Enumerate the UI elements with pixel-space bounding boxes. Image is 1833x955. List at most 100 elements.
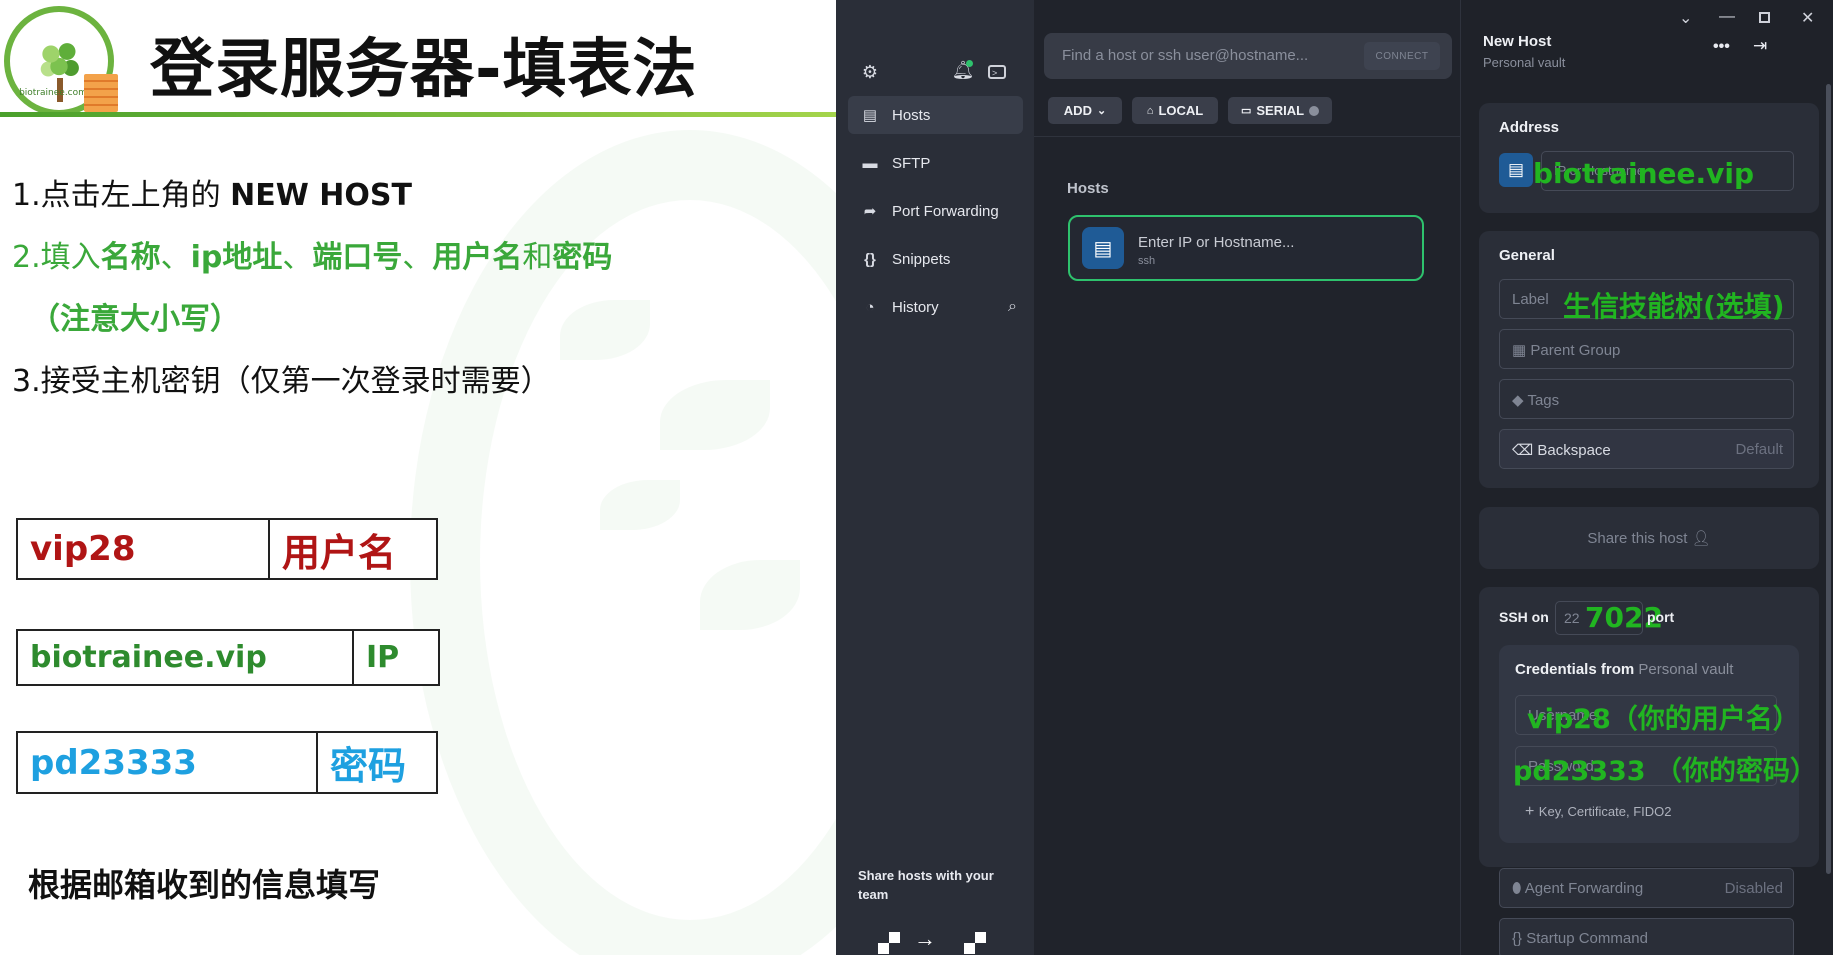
braces-icon: {} xyxy=(1512,930,1527,947)
username-box: vip28 用户名 xyxy=(16,518,438,580)
sidebar-item-hosts[interactable]: ▤ Hosts xyxy=(848,96,1023,134)
hosts-icon: ▤ xyxy=(862,107,878,124)
share-team-illustration: → xyxy=(878,926,988,955)
backspace-select[interactable]: ⌫ Backspace Default xyxy=(1499,429,1794,469)
search-placeholder: Find a host or ssh user@hostname... xyxy=(1062,47,1309,64)
general-section: General Label 生信技能树(选填) ▦ Parent Group ◆… xyxy=(1479,231,1819,488)
sidebar-item-label: Port Forwarding xyxy=(892,202,999,220)
info-dot-icon xyxy=(1309,105,1320,116)
parent-group-input[interactable]: ▦ Parent Group xyxy=(1499,329,1794,369)
bell-dot xyxy=(966,60,973,67)
panel-subtitle: Personal vault xyxy=(1483,55,1566,70)
username-label: 用户名 xyxy=(282,530,397,575)
credentials-title: Credentials from Personal vault xyxy=(1515,661,1734,678)
maximize-button[interactable] xyxy=(1759,12,1770,23)
share-host-label: Share this host 👤︎ xyxy=(1587,530,1711,547)
share-host-section[interactable]: Share this host 👤︎ xyxy=(1479,507,1819,569)
address-annotation: biotrainee.vip xyxy=(1533,157,1755,190)
search-icon[interactable]: ⌕ xyxy=(1008,298,1017,316)
agent-forwarding-select[interactable]: ⬮ Agent Forwarding Disabled xyxy=(1499,868,1794,908)
collapse-panel-icon[interactable]: ⇥ xyxy=(1753,36,1767,56)
tags-label: ◆ Tags xyxy=(1512,392,1560,409)
folder-icon: ▦ xyxy=(1512,342,1531,359)
ip-label: IP xyxy=(366,640,400,675)
grid-icon xyxy=(964,932,986,954)
backspace-value: Default xyxy=(1735,441,1783,458)
password-annotation: pd23333 （你的密码） xyxy=(1513,756,1817,787)
logo-text: biotrainee.com xyxy=(19,88,87,98)
sidebar-item-label: Snippets xyxy=(892,250,951,268)
terminal-icon[interactable]: >_ xyxy=(988,65,1006,79)
shield-icon: ⬮ xyxy=(1512,880,1525,897)
step-3: 3.接受主机密钥（仅第一次登录时需要） xyxy=(12,364,551,399)
password-box: pd23333 密码 xyxy=(16,731,438,794)
add-label: ADD xyxy=(1063,103,1092,118)
password-label: 密码 xyxy=(330,744,407,788)
sidebar-item-label: SFTP xyxy=(892,154,931,172)
sidebar-item-history[interactable]: ◔ History ⌕ xyxy=(848,288,1023,326)
parent-group-label: ▦ Parent Group xyxy=(1512,342,1621,359)
hosts-section-title: Hosts xyxy=(1067,180,1109,197)
address-server-icon: ▤ xyxy=(1499,153,1533,187)
new-host-panel: ⌄ — ✕ New Host Personal vault ••• ⇥ Addr… xyxy=(1460,0,1833,955)
add-key-link[interactable]: + Key, Certificate, FIDO2 xyxy=(1525,803,1671,821)
panel-title: New Host xyxy=(1483,33,1552,50)
ssh-on-label: SSH on xyxy=(1499,609,1549,625)
collapse-icon[interactable]: ⌄ xyxy=(1679,8,1692,28)
local-button[interactable]: ⌂ LOCAL xyxy=(1132,97,1218,124)
local-label: LOCAL xyxy=(1158,103,1204,118)
add-button[interactable]: ADD ⌄ xyxy=(1048,97,1122,124)
fill-note: 根据邮箱收到的信息填写 xyxy=(28,866,381,904)
slide: biotrainee.com 登录服务器-填表法 1.点击左上角的 NEW HO… xyxy=(0,0,836,955)
logo-tree-icon xyxy=(32,34,86,84)
serial-port-icon: ▭ xyxy=(1240,105,1252,117)
divider xyxy=(352,631,354,684)
forward-icon: ➦ xyxy=(863,203,877,220)
agent-forwarding-label: ⬮ Agent Forwarding xyxy=(1512,880,1644,897)
step-2: 2.填入名称、ip地址、端口号、用户名和密码 xyxy=(12,240,613,275)
minimize-button[interactable]: — xyxy=(1719,8,1735,26)
new-host-card[interactable]: ▤ Enter IP or Hostname... ssh xyxy=(1068,215,1424,281)
port-label: port xyxy=(1647,609,1675,625)
plus-icon: + xyxy=(1525,803,1539,820)
sidebar-item-snippets[interactable]: {} Snippets xyxy=(848,240,1023,278)
folder-icon: ▬ xyxy=(862,154,878,172)
password-value: pd23333 xyxy=(30,742,197,783)
ssh-section: SSH on 22 7022 port Credentials from Per… xyxy=(1479,587,1819,867)
tags-input[interactable]: ◆ Tags xyxy=(1499,379,1794,419)
startup-command-input[interactable]: {} Startup Command xyxy=(1499,918,1794,955)
arrow-right-icon: → xyxy=(914,926,936,951)
host-search-bar[interactable]: Find a host or ssh user@hostname... CONN… xyxy=(1044,33,1452,79)
address-section: Address ▤ IP or Hostname biotrainee.vip xyxy=(1479,103,1819,213)
divider xyxy=(268,520,270,578)
backspace-icon: ⌫ xyxy=(1512,442,1538,459)
startup-command-label: {} Startup Command xyxy=(1512,930,1648,947)
sidebar-item-label: Hosts xyxy=(892,106,931,124)
port-value: 22 xyxy=(1564,610,1580,626)
address-title: Address xyxy=(1499,119,1560,136)
clock-icon: ◔ xyxy=(865,298,875,316)
tag-icon: ◆ xyxy=(1512,392,1528,409)
connect-button[interactable]: CONNECT xyxy=(1364,42,1440,70)
sidebar: ⚙ 🔔︎ >_ ▤ Hosts ▬ SFTP ➦ Port Forwarding… xyxy=(836,0,1034,955)
close-button[interactable]: ✕ xyxy=(1801,8,1814,28)
more-options-icon[interactable]: ••• xyxy=(1713,38,1730,56)
host-card-protocol: ssh xyxy=(1138,255,1156,267)
server-icon: ▤ xyxy=(1082,227,1124,269)
termius-window: ⚙ 🔔︎ >_ ▤ Hosts ▬ SFTP ➦ Port Forwarding… xyxy=(836,0,1833,955)
settings-gear-icon[interactable]: ⚙ xyxy=(858,62,882,83)
grid-icon xyxy=(878,932,900,954)
agent-forwarding-value: Disabled xyxy=(1724,880,1783,897)
logo-building-icon xyxy=(84,74,118,112)
sidebar-item-port-forwarding[interactable]: ➦ Port Forwarding xyxy=(848,192,1023,230)
ip-box: biotrainee.vip IP xyxy=(16,629,440,686)
sidebar-item-sftp[interactable]: ▬ SFTP xyxy=(848,144,1023,182)
serial-label: SERIAL xyxy=(1256,103,1305,118)
serial-button[interactable]: ▭ SERIAL xyxy=(1228,97,1332,124)
panel-scrollbar[interactable] xyxy=(1826,84,1831,874)
backspace-label: ⌫ Backspace xyxy=(1512,442,1611,459)
label-placeholder: Label xyxy=(1512,291,1549,308)
title-underline xyxy=(0,112,836,117)
step-1: 1.点击左上角的 NEW HOST xyxy=(12,178,412,213)
credentials-box: Credentials from Personal vault Username… xyxy=(1499,645,1817,843)
